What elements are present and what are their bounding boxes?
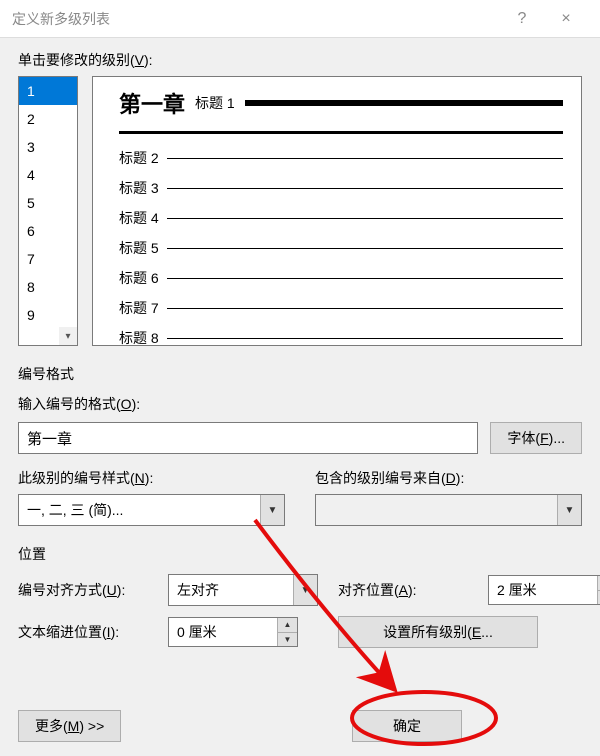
close-button[interactable]: × bbox=[544, 0, 588, 38]
text-indent-value: 0 厘米 bbox=[169, 618, 277, 646]
preview-line bbox=[167, 338, 563, 339]
preview-heading-row: 标题 7 bbox=[119, 298, 563, 318]
level-picker-label: 单击要修改的级别(V): bbox=[18, 50, 582, 70]
preview-line bbox=[167, 218, 563, 219]
help-icon: ? bbox=[518, 10, 527, 28]
number-style-select[interactable]: 一, 二, 三 (简)... ▼ bbox=[18, 494, 285, 526]
level-item[interactable]: 1 bbox=[19, 77, 77, 105]
level-item[interactable]: 2 bbox=[19, 105, 77, 133]
preview-line bbox=[167, 278, 563, 279]
level-item[interactable]: 4 bbox=[19, 161, 77, 189]
preview-heading-label: 标题 8 bbox=[119, 328, 159, 346]
preview-heading-row: 标题 3 bbox=[119, 178, 563, 198]
text-indent-spinner[interactable]: 0 厘米 ▲ ▼ bbox=[168, 617, 298, 647]
number-style-label: 此级别的编号样式(N): bbox=[18, 468, 285, 488]
level-item[interactable]: 7 bbox=[19, 245, 77, 273]
preview-bar bbox=[245, 100, 563, 106]
level-item[interactable]: 9 bbox=[19, 301, 77, 329]
preview-chapter: 第一章 bbox=[119, 87, 185, 119]
preview-heading-row: 标题 5 bbox=[119, 238, 563, 258]
preview-heading-1: 标题 1 bbox=[195, 93, 235, 113]
close-icon: × bbox=[561, 10, 570, 28]
number-format-section-title: 编号格式 bbox=[18, 364, 582, 384]
alignment-label: 编号对齐方式(U): bbox=[18, 580, 158, 600]
position-section-title: 位置 bbox=[18, 544, 582, 564]
preview-heading-label: 标题 7 bbox=[119, 298, 159, 318]
chevron-down-icon: ▼ bbox=[557, 495, 581, 525]
preview-line bbox=[167, 248, 563, 249]
alignment-value: 左对齐 bbox=[169, 575, 293, 605]
level-item[interactable]: 8 bbox=[19, 273, 77, 301]
ok-button[interactable]: 确定 bbox=[352, 710, 462, 742]
preview-heading-label: 标题 2 bbox=[119, 148, 159, 168]
set-all-levels-button[interactable]: 设置所有级别(E... bbox=[338, 616, 538, 648]
number-style-value: 一, 二, 三 (简)... bbox=[19, 495, 260, 525]
preview-heading-label: 标题 4 bbox=[119, 208, 159, 228]
more-button[interactable]: 更多(M) >> bbox=[18, 710, 121, 742]
chevron-down-icon[interactable]: ▾ bbox=[59, 327, 77, 345]
level-item[interactable]: 3 bbox=[19, 133, 77, 161]
include-from-select: ▼ bbox=[315, 494, 582, 526]
number-format-input[interactable] bbox=[18, 422, 478, 454]
preview-heading-row: 标题 2 bbox=[119, 148, 563, 168]
preview-divider bbox=[119, 131, 563, 134]
enter-format-label: 输入编号的格式(O): bbox=[18, 394, 582, 414]
preview-line bbox=[167, 158, 563, 159]
preview-heading-label: 标题 6 bbox=[119, 268, 159, 288]
text-indent-label: 文本缩进位置(I): bbox=[18, 622, 158, 642]
preview-heading-label: 标题 3 bbox=[119, 178, 159, 198]
chevron-down-icon: ▼ bbox=[293, 575, 317, 605]
help-button[interactable]: ? bbox=[500, 0, 544, 38]
align-at-label: 对齐位置(A): bbox=[338, 580, 478, 600]
align-at-value: 2 厘米 bbox=[489, 576, 597, 604]
chevron-down-icon[interactable]: ▼ bbox=[278, 633, 297, 647]
preview-heading-label: 标题 5 bbox=[119, 238, 159, 258]
font-button[interactable]: 字体(F)... bbox=[490, 422, 582, 454]
window-title: 定义新多级列表 bbox=[12, 9, 110, 29]
preview-pane: 第一章 标题 1 标题 2标题 3标题 4标题 5标题 6标题 7标题 8标题 … bbox=[92, 76, 582, 346]
level-item[interactable]: 6 bbox=[19, 217, 77, 245]
preview-heading-row: 标题 6 bbox=[119, 268, 563, 288]
chevron-down-icon: ▼ bbox=[260, 495, 284, 525]
include-from-value bbox=[316, 495, 557, 525]
align-at-spinner[interactable]: 2 厘米 ▲ ▼ bbox=[488, 575, 600, 605]
preview-line bbox=[167, 308, 563, 309]
level-item[interactable]: 5 bbox=[19, 189, 77, 217]
alignment-select[interactable]: 左对齐 ▼ bbox=[168, 574, 318, 606]
chevron-up-icon[interactable]: ▲ bbox=[278, 618, 297, 633]
preview-heading-row: 标题 8 bbox=[119, 328, 563, 346]
preview-heading-row: 标题 4 bbox=[119, 208, 563, 228]
titlebar: 定义新多级列表 ? × bbox=[0, 0, 600, 38]
level-listbox[interactable]: 123456789 ▾ bbox=[18, 76, 78, 346]
preview-line bbox=[167, 188, 563, 189]
include-from-label: 包含的级别编号来自(D): bbox=[315, 468, 582, 488]
